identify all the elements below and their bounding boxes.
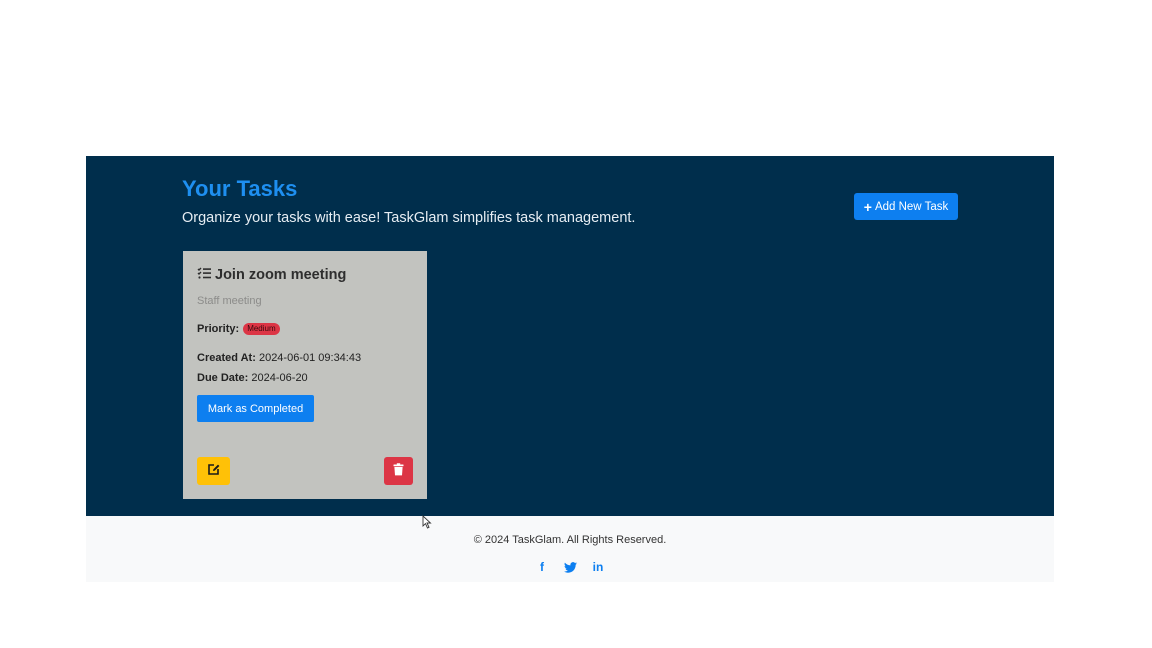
page-subtitle: Organize your tasks with ease! TaskGlam …: [182, 210, 636, 226]
page-title: Your Tasks: [182, 176, 298, 201]
task-priority-row: Priority: Medium: [197, 323, 280, 335]
trash-icon: [393, 463, 404, 479]
footer: © 2024 TaskGlam. All Rights Reserved. f …: [86, 516, 1054, 582]
copyright-text: © 2024 TaskGlam. All Rights Reserved.: [473, 534, 667, 546]
created-value: 2024-06-01 09:34:43: [258, 352, 362, 364]
task-title-text: Join zoom meeting: [215, 267, 347, 283]
created-label: Created At:: [197, 352, 256, 364]
task-due-row: Due Date: 2024-06-20: [197, 372, 308, 384]
add-new-task-label: Add New Task: [874, 200, 949, 213]
facebook-icon[interactable]: f: [535, 560, 549, 574]
task-list-icon: [197, 267, 211, 283]
due-label: Due Date:: [197, 372, 249, 384]
task-created-row: Created At: 2024-06-01 09:34:43: [197, 352, 361, 364]
mouse-cursor-icon: [422, 514, 432, 534]
add-new-task-button[interactable]: + Add New Task: [854, 193, 958, 220]
twitter-icon[interactable]: [563, 560, 577, 574]
mark-completed-button[interactable]: Mark as Completed: [197, 395, 314, 422]
task-title: Join zoom meeting: [197, 267, 346, 283]
task-description: Staff meeting: [197, 295, 262, 307]
tasks-panel: Your Tasks Organize your tasks with ease…: [86, 156, 1054, 516]
priority-label: Priority:: [197, 323, 240, 335]
task-card: Join zoom meeting Staff meeting Priority…: [183, 251, 427, 499]
social-links: f in: [86, 560, 1054, 574]
edit-icon: [207, 463, 220, 479]
priority-badge: Medium: [243, 323, 280, 335]
delete-task-button[interactable]: [384, 457, 413, 485]
linkedin-icon[interactable]: in: [591, 560, 605, 574]
plus-icon: +: [863, 198, 872, 215]
due-value: 2024-06-20: [251, 372, 308, 384]
edit-task-button[interactable]: [197, 457, 230, 485]
